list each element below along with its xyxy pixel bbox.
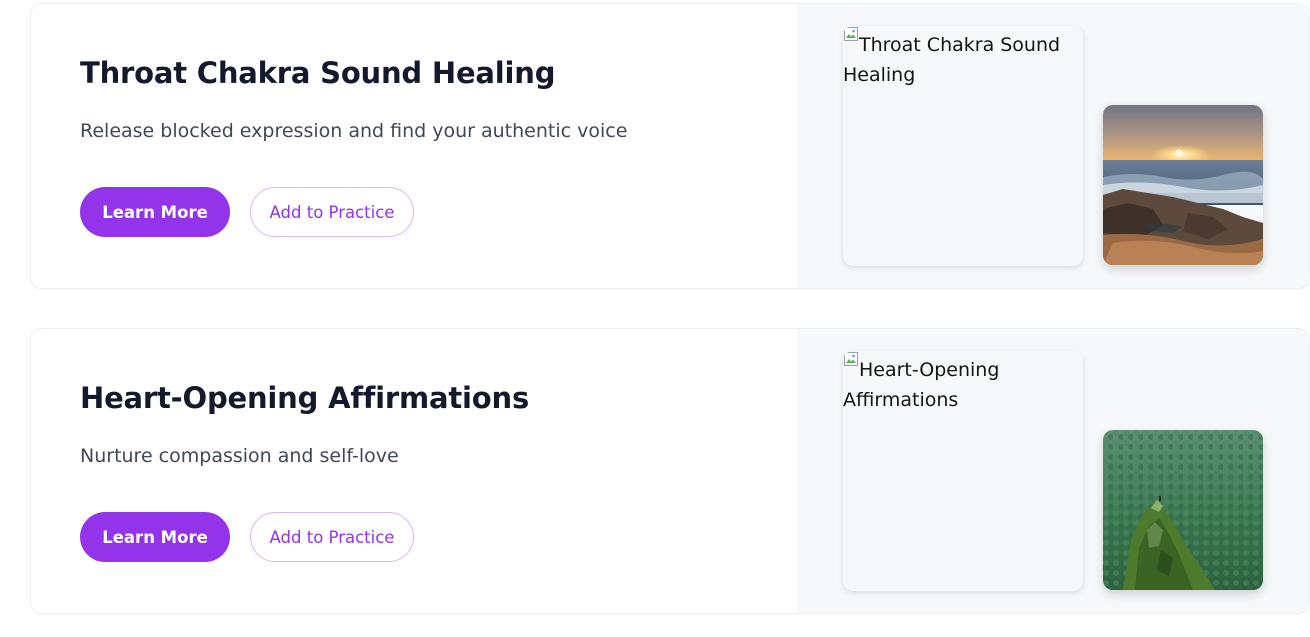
seashore-sunset-image bbox=[1103, 105, 1263, 265]
image-alt-text: Throat Chakra Sound Healing bbox=[843, 34, 1061, 86]
thumbnail-forest-cliff bbox=[1103, 430, 1263, 590]
add-to-practice-button[interactable]: Add to Practice bbox=[250, 187, 414, 237]
card-image-broken: Throat Chakra Sound Healing bbox=[843, 26, 1083, 266]
learn-more-button[interactable]: Learn More bbox=[80, 512, 230, 562]
thumbnail-seashore-sunset bbox=[1103, 105, 1263, 265]
card-media-panel: Heart-Opening Affirmations bbox=[797, 329, 1309, 613]
practice-card-throat-chakra: Throat Chakra Sound Healing Release bloc… bbox=[30, 3, 1310, 289]
card-title: Heart-Opening Affirmations bbox=[80, 381, 530, 415]
card-description: Nurture compassion and self-love bbox=[80, 445, 399, 467]
learn-more-button[interactable]: Learn More bbox=[80, 187, 230, 237]
card-media-panel: Throat Chakra Sound Healing bbox=[797, 4, 1309, 288]
image-alt-text: Heart-Opening Affirmations bbox=[843, 359, 1000, 411]
card-content: Heart-Opening Affirmations Nurture compa… bbox=[80, 329, 780, 613]
forest-cliff-image bbox=[1103, 430, 1263, 590]
card-description: Release blocked expression and find your… bbox=[80, 120, 628, 142]
card-image-broken: Heart-Opening Affirmations bbox=[843, 351, 1083, 591]
card-title: Throat Chakra Sound Healing bbox=[80, 56, 556, 90]
add-to-practice-button[interactable]: Add to Practice bbox=[250, 512, 414, 562]
practice-card-heart-opening: Heart-Opening Affirmations Nurture compa… bbox=[30, 328, 1310, 614]
card-content: Throat Chakra Sound Healing Release bloc… bbox=[80, 4, 780, 288]
